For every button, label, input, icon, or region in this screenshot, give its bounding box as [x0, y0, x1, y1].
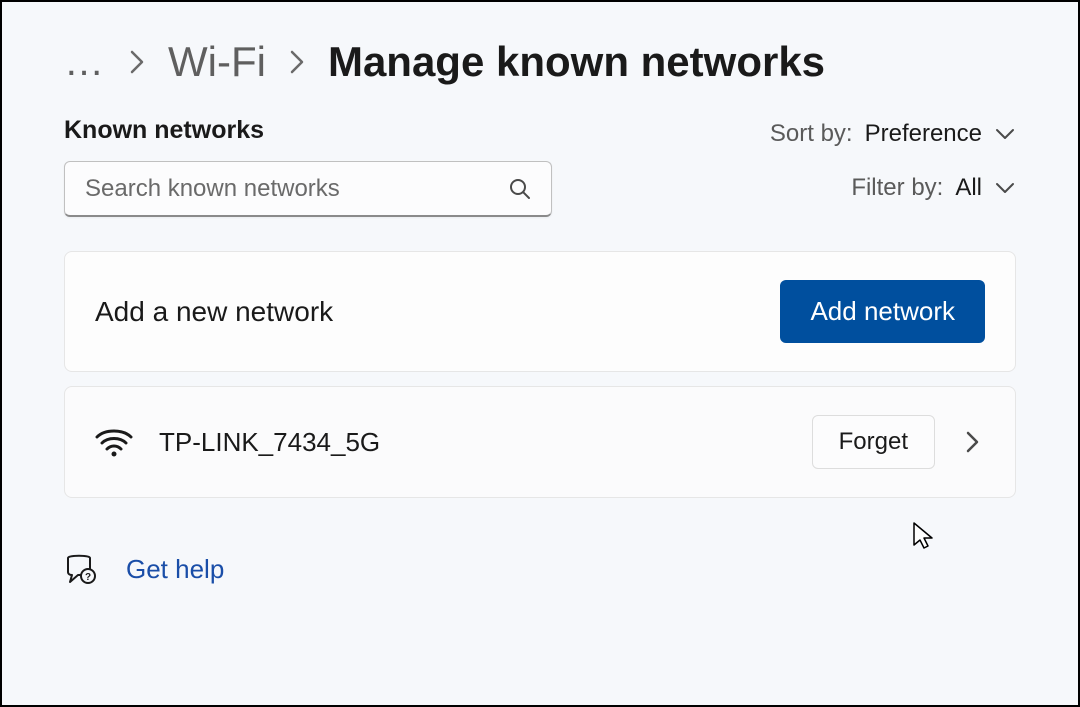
chevron-right-icon [288, 48, 306, 76]
breadcrumb-overflow[interactable]: … [64, 40, 106, 85]
sort-value: Preference [865, 120, 982, 148]
network-name: TP-LINK_7434_5G [159, 427, 786, 458]
sort-label: Sort by: [770, 120, 853, 148]
filter-value: All [955, 174, 982, 202]
search-input[interactable] [64, 161, 552, 217]
section-heading: Known networks [64, 116, 552, 145]
chevron-down-icon [994, 127, 1016, 141]
chevron-down-icon [994, 181, 1016, 195]
forget-button[interactable]: Forget [812, 415, 935, 469]
chevron-right-icon [128, 48, 146, 76]
filter-label: Filter by: [851, 174, 943, 202]
page-title: Manage known networks [328, 38, 825, 86]
help-icon: ? [64, 552, 98, 586]
network-row[interactable]: TP-LINK_7434_5G Forget [64, 386, 1016, 498]
search-wrapper [64, 161, 552, 217]
add-network-label: Add a new network [95, 296, 333, 328]
filter-dropdown[interactable]: Filter by: All [851, 174, 1016, 202]
wifi-icon [95, 427, 133, 457]
breadcrumb-wifi[interactable]: Wi-Fi [168, 38, 266, 86]
add-network-card: Add a new network Add network [64, 251, 1016, 372]
sort-dropdown[interactable]: Sort by: Preference [770, 120, 1016, 148]
get-help-link[interactable]: Get help [126, 554, 224, 585]
breadcrumb: … Wi-Fi Manage known networks [2, 2, 1078, 106]
help-row: ? Get help [64, 552, 1016, 586]
svg-text:?: ? [85, 572, 91, 583]
chevron-right-icon[interactable] [961, 425, 985, 459]
add-network-button[interactable]: Add network [780, 280, 985, 343]
